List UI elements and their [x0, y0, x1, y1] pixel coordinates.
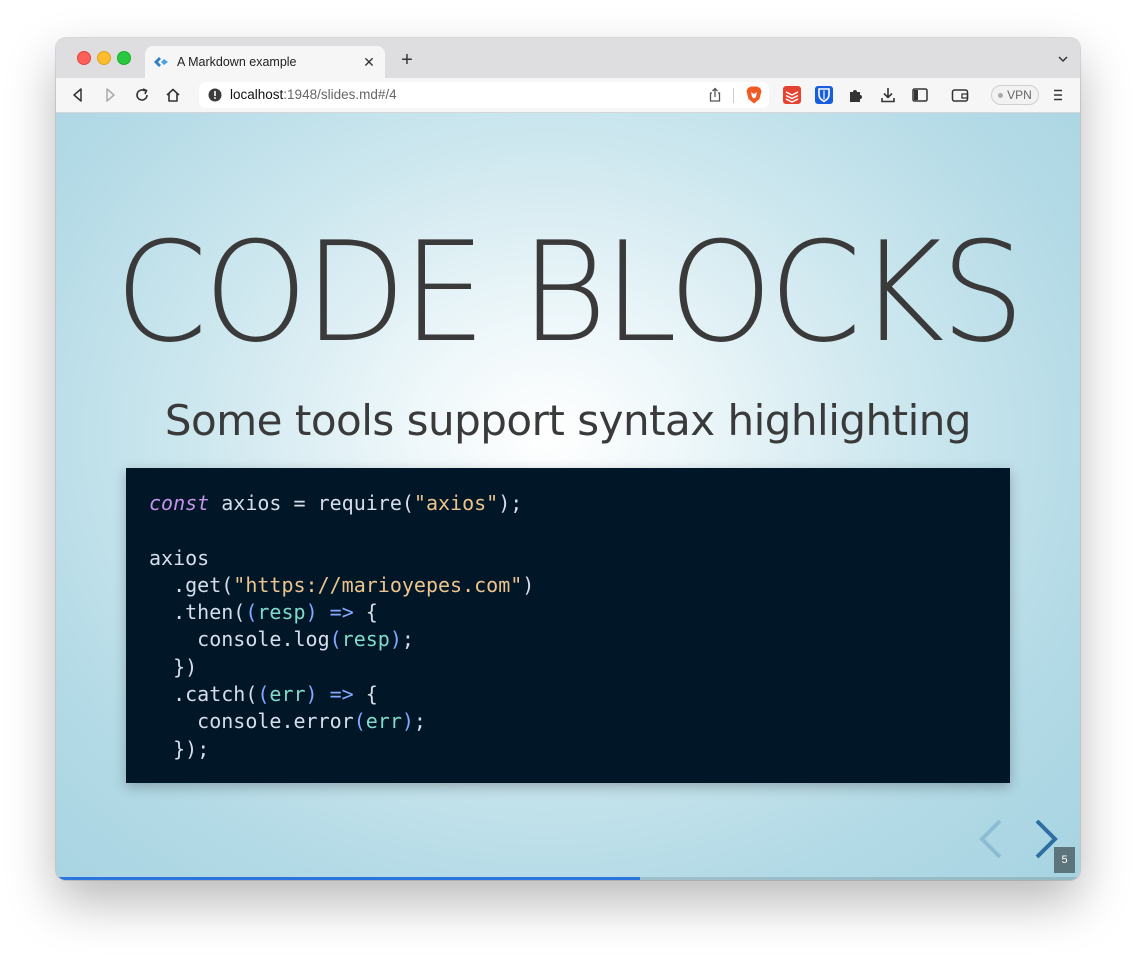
back-icon[interactable]	[69, 86, 87, 104]
vpn-label: VPN	[1007, 88, 1032, 102]
vpn-status-dot-icon	[998, 92, 1004, 98]
slide-subtitle: Some tools support syntax highlighting	[164, 396, 972, 445]
brave-shields-icon[interactable]	[744, 85, 764, 105]
tab-strip: A Markdown example ✕ +	[56, 38, 1080, 78]
tab-title: A Markdown example	[177, 55, 297, 69]
home-icon[interactable]	[164, 86, 182, 104]
downloads-icon[interactable]	[879, 86, 897, 104]
wallet-icon[interactable]	[951, 86, 969, 104]
reload-icon[interactable]	[133, 86, 151, 104]
url-path: :1948/slides.md#/4	[283, 87, 397, 102]
address-bar[interactable]: localhost:1948/slides.md#/4	[199, 82, 769, 108]
browser-window: A Markdown example ✕ + localhost:1948/sl…	[56, 38, 1080, 880]
forward-icon[interactable]	[101, 86, 119, 104]
tab-active[interactable]: A Markdown example ✕	[145, 46, 385, 78]
vpn-button[interactable]: VPN	[991, 85, 1039, 105]
previous-slide-arrow-icon[interactable]	[976, 817, 1006, 861]
sidebar-icon[interactable]	[911, 86, 929, 104]
new-tab-button[interactable]: +	[398, 50, 416, 70]
browser-toolbar: localhost:1948/slides.md#/4 VPN	[56, 78, 1080, 113]
minimize-window-button[interactable]	[97, 51, 111, 65]
extensions-puzzle-icon[interactable]	[847, 86, 865, 104]
close-tab-icon[interactable]: ✕	[361, 54, 377, 70]
slide-title: CODE BLOCKS	[115, 212, 1025, 373]
menu-icon[interactable]	[1049, 86, 1067, 104]
slide-viewport: CODE BLOCKS Some tools support syntax hi…	[56, 113, 1080, 880]
bitwarden-extension-icon[interactable]	[815, 86, 833, 104]
close-window-button[interactable]	[77, 51, 91, 65]
zoom-window-button[interactable]	[117, 51, 131, 65]
url-separator	[733, 88, 734, 103]
progress-bar	[56, 877, 1080, 880]
progress-fill	[56, 877, 640, 880]
tab-list-chevron-icon[interactable]	[1056, 52, 1070, 66]
reveal-logo-icon	[153, 54, 169, 70]
url-text[interactable]: localhost:1948/slides.md#/4	[230, 87, 397, 102]
code-block: const axios = require("axios"); axios .g…	[126, 468, 1010, 783]
share-icon[interactable]	[707, 87, 723, 103]
code-content: const axios = require("axios"); axios .g…	[149, 491, 535, 761]
slide-number: 5	[1054, 847, 1075, 873]
site-info-icon[interactable]	[208, 88, 222, 102]
todoist-extension-icon[interactable]	[783, 86, 801, 104]
url-host: localhost	[230, 87, 284, 102]
